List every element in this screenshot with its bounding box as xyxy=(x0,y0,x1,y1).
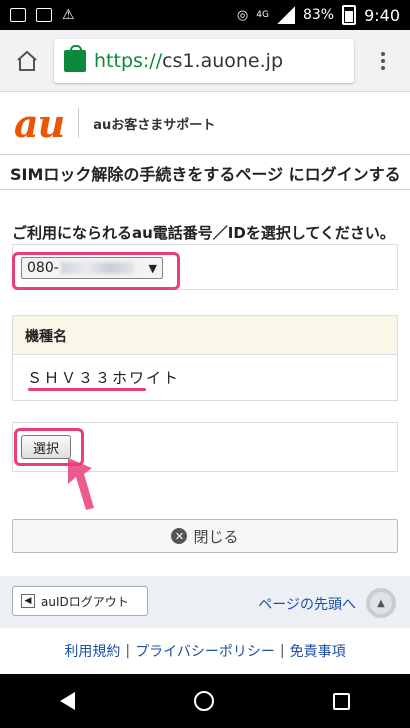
browser-toolbar: https://cs1.auone.jp xyxy=(0,30,410,92)
close-icon: ✕ xyxy=(171,528,188,544)
image-notification-icon xyxy=(10,8,26,22)
url-host: cs1.auone.jp xyxy=(162,49,284,72)
model-underline xyxy=(28,388,146,391)
page-title: SIMロック解除の手続きをするページ にログインする xyxy=(0,154,410,190)
instruction-text: ご利用になられるau電話番号／IDを選択してください。 xyxy=(12,224,395,242)
model-value: ＳＨＶ３３ホワイト xyxy=(12,355,398,401)
network-type: 4G xyxy=(256,10,269,20)
address-bar[interactable]: https://cs1.auone.jp xyxy=(54,38,354,83)
scroll-top-button[interactable]: ▲ xyxy=(366,588,396,618)
close-label: 閉じる xyxy=(193,527,239,546)
privacy-link[interactable]: プライバシーポリシー xyxy=(135,641,275,661)
android-nav-bar xyxy=(0,674,410,728)
au-logo[interactable]: au xyxy=(14,101,65,146)
back-icon[interactable] xyxy=(59,692,75,710)
browser-menu-button[interactable] xyxy=(366,44,400,78)
clock: 9:40 xyxy=(364,5,400,25)
chevron-up-icon: ▲ xyxy=(370,592,392,614)
status-bar: ⚠ ◎ 4G 83% 9:40 xyxy=(0,0,410,30)
site-header: au auお客さまサポート xyxy=(0,92,410,154)
signal-icon xyxy=(276,6,295,24)
to-top-link[interactable]: ページの先頭へ xyxy=(258,594,356,614)
nfc-icon: ◎ xyxy=(236,7,249,23)
link-separator: | xyxy=(279,643,285,659)
support-title: auお客さまサポート xyxy=(93,117,216,133)
more-vert-icon xyxy=(381,51,385,56)
home-icon xyxy=(17,50,37,71)
logout-icon: ◀ xyxy=(21,594,35,608)
shopping-bag-notification-icon xyxy=(36,8,52,22)
home-button[interactable] xyxy=(10,44,44,78)
url-scheme: https:// xyxy=(94,49,163,72)
footer-bar: ◀ auIDログアウト ページの先頭へ ▲ xyxy=(0,576,410,628)
footer-links: 利用規約 | プライバシーポリシー | 免責事項 xyxy=(0,628,410,674)
disclaimer-link[interactable]: 免責事項 xyxy=(290,641,346,661)
warning-icon: ⚠ xyxy=(62,7,75,23)
terms-link[interactable]: 利用規約 xyxy=(64,641,120,661)
recent-apps-icon[interactable] xyxy=(333,692,351,710)
link-separator: | xyxy=(125,643,131,659)
header-divider xyxy=(78,108,80,138)
model-header: 機種名 xyxy=(12,315,398,355)
highlight-select xyxy=(12,252,180,290)
lock-icon xyxy=(64,44,86,72)
pointer-arrow-icon xyxy=(68,458,94,510)
battery-icon xyxy=(342,5,357,25)
close-button[interactable]: ✕ 閉じる xyxy=(12,519,398,553)
home-circle-icon[interactable] xyxy=(193,691,214,711)
logout-button[interactable]: ◀ auIDログアウト xyxy=(12,586,148,616)
battery-percent: 83% xyxy=(302,7,335,23)
logout-label: auIDログアウト xyxy=(41,594,129,609)
